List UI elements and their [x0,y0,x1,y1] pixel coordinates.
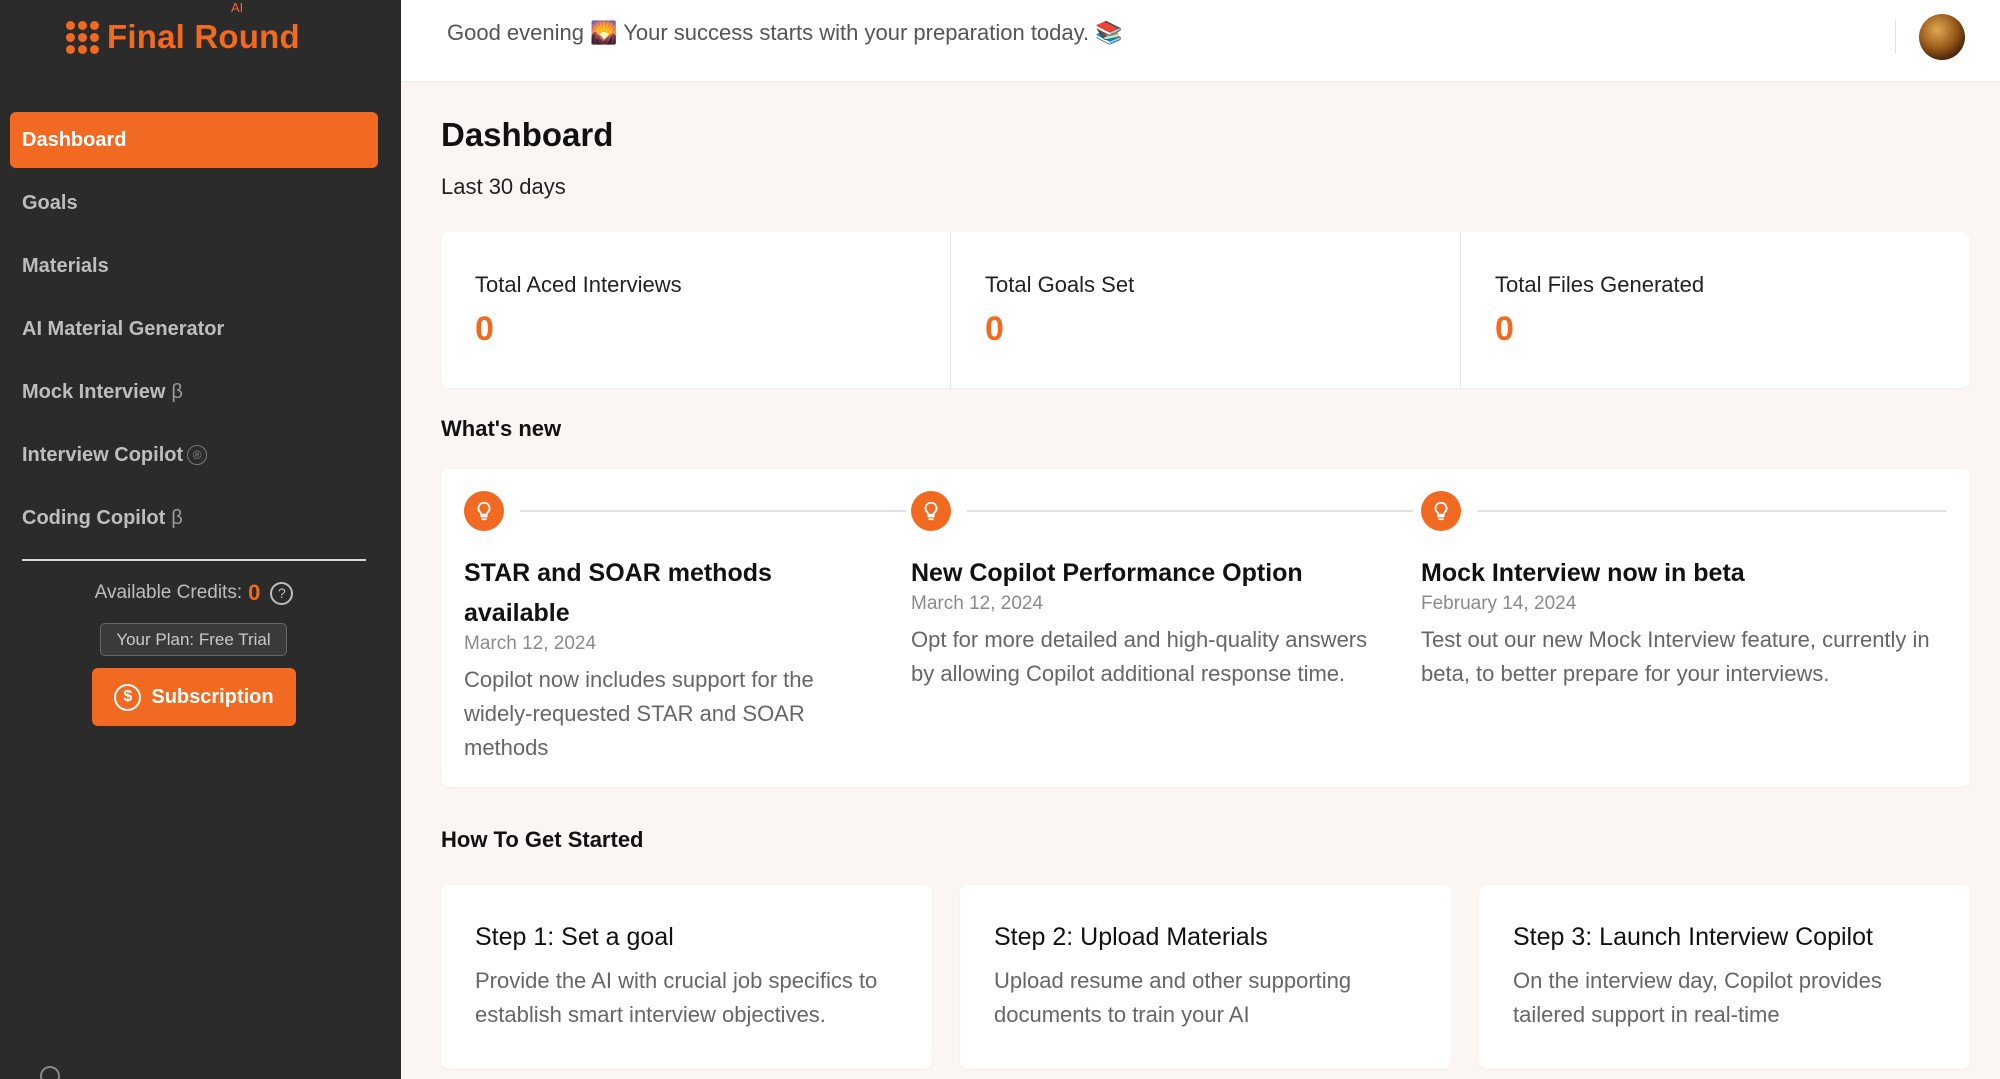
news-text: Opt for more detailed and high-quality a… [911,627,1368,686]
step-text: Provide the AI with crucial job specific… [475,968,878,1027]
sidebar-item-interview-copilot[interactable]: Interview Copilot ® [10,427,378,483]
sidebar-item-label: Goals [22,191,78,214]
news-date: March 12, 2024 [464,633,597,654]
sidebar-item-label: AI Material Generator [22,317,225,340]
news-text: Copilot now includes support for the wid… [464,667,814,760]
dots-grid-icon [66,20,99,54]
sidebar-item-label: Dashboard [22,128,127,151]
sidebar-item-mock-interview[interactable]: Mock Interview β [10,364,378,420]
get-started-steps: Step 1: Set a goal Provide the AI with c… [441,885,1970,1069]
stat-card-aced-interviews: Total Aced Interviews 0 [441,232,951,388]
subscription-button[interactable]: $ Subscription [92,668,296,726]
step-text: On the interview day, Copilot provides t… [1513,968,1882,1027]
timeline-line [520,510,906,512]
stat-value: 0 [1495,310,1514,348]
logo-text: Final Round [107,18,300,55]
sidebar-item-materials[interactable]: Materials [10,238,378,294]
stat-value: 0 [985,310,1004,348]
sidebar-item-dashboard[interactable]: Dashboard [10,112,378,168]
logo-ai-badge: AI [231,0,244,15]
step-text: Upload resume and other supporting docum… [994,968,1352,1027]
stat-card-files-generated: Total Files Generated 0 [1461,232,1970,388]
news-title: Mock Interview now in beta [1421,559,1745,587]
credits-label: Available Credits: [94,582,243,603]
news-item: New Copilot Performance Option March 12,… [911,491,1413,691]
step-card-upload-materials[interactable]: Step 2: Upload Materials Upload resume a… [960,885,1451,1069]
question-circle-icon[interactable]: ? [270,581,294,605]
stat-value: 0 [475,310,494,348]
sidebar-item-label: Interview Copilot [22,443,184,466]
user-icon[interactable] [40,1066,60,1079]
news-item: STAR and SOAR methods available March 12… [464,491,906,765]
get-started-title: How To Get Started [441,827,644,852]
lightbulb-icon [1421,491,1461,531]
sidebar-item-ai-material-generator[interactable]: AI Material Generator [10,301,378,357]
dollar-circle-icon: $ [114,683,142,711]
lightbulb-icon [464,491,504,531]
news-title: STAR and SOAR methods available [464,559,772,627]
stat-label: Total Goals Set [985,272,1135,297]
stat-card-goals-set: Total Goals Set 0 [951,232,1461,388]
sidebar-nav: Dashboard Goals Materials AI Material Ge… [10,112,378,553]
step-title: Step 3: Launch Interview Copilot [1513,923,1873,951]
stat-label: Total Files Generated [1495,272,1705,297]
step-card-launch-copilot[interactable]: Step 3: Launch Interview Copilot On the … [1479,885,1970,1069]
sidebar-item-label: Coding Copilot [22,506,166,529]
stats-panel: Total Aced Interviews 0 Total Goals Set … [441,232,1970,388]
plan-badge: Your Plan: Free Trial [100,623,287,656]
topbar-divider [1895,20,1896,54]
registered-icon: ® [187,445,208,465]
beta-badge: β [171,380,183,403]
news-date: February 14, 2024 [1421,593,1577,614]
sidebar-item-label: Mock Interview [22,380,166,403]
subscription-label: Subscription [151,685,274,708]
lightbulb-icon [911,491,951,531]
news-date: March 12, 2024 [911,593,1044,614]
avatar[interactable] [1919,14,1965,60]
sidebar-divider [22,559,366,561]
beta-badge: β [171,506,183,529]
credits-value: 0 [248,580,261,605]
step-title: Step 2: Upload Materials [994,923,1268,951]
date-range-label: Last 30 days [441,174,566,199]
timeline-line [1477,510,1947,512]
sidebar-item-goals[interactable]: Goals [10,175,378,231]
timeline-line [967,510,1413,512]
news-title: New Copilot Performance Option [911,559,1303,587]
step-card-set-goal[interactable]: Step 1: Set a goal Provide the AI with c… [441,885,932,1069]
step-title: Step 1: Set a goal [475,923,674,951]
available-credits: Available Credits: 0 ? [0,580,388,606]
page-title: Dashboard [441,116,614,153]
news-text: Test out our new Mock Interview feature,… [1421,627,1930,686]
sidebar: Final Round AI Dashboard Goals Materials… [0,0,401,1079]
stat-label: Total Aced Interviews [475,272,682,297]
sidebar-item-coding-copilot[interactable]: Coding Copilot β [10,490,378,546]
greeting-text: Good evening 🌄 Your success starts with … [447,20,1123,45]
sidebar-item-label: Materials [22,254,109,277]
whats-new-title: What's new [441,416,562,441]
whats-new-panel: STAR and SOAR methods available March 12… [441,469,1970,787]
app-logo[interactable]: Final Round [66,18,300,56]
news-item: Mock Interview now in beta February 14, … [1421,491,1947,691]
top-bar: Good evening 🌄 Your success starts with … [401,0,2000,82]
